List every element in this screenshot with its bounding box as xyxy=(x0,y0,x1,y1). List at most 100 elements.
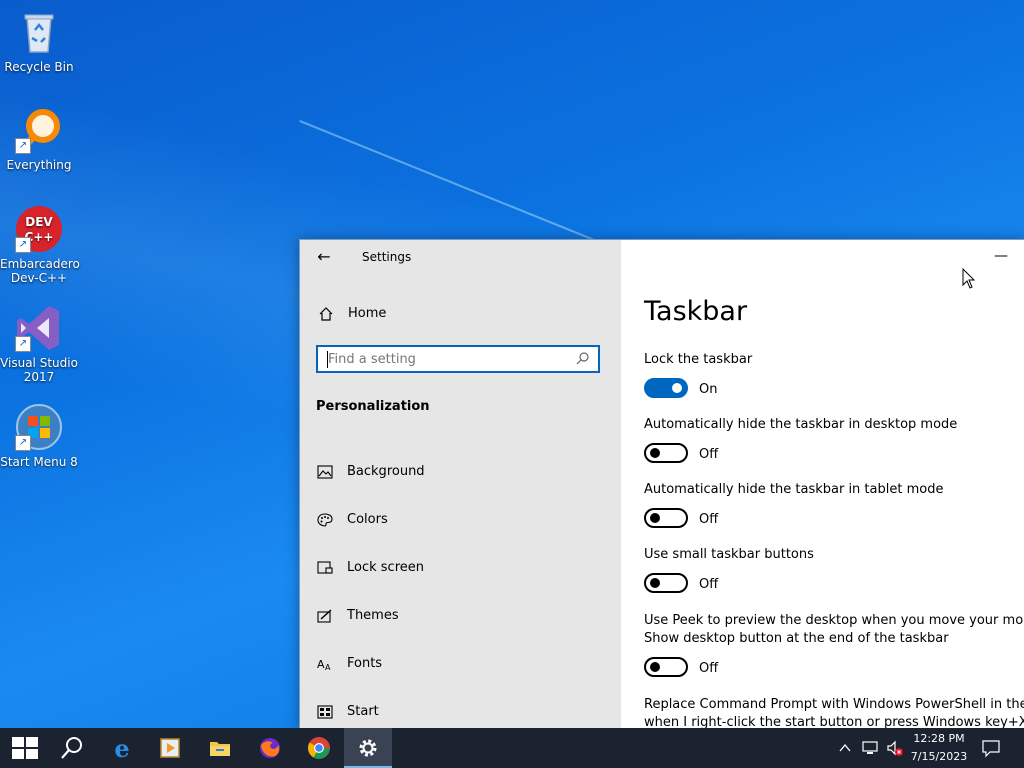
nav-item-label: Themes xyxy=(347,608,399,623)
window-title: Settings xyxy=(362,250,412,264)
setting-small-buttons-label: Use small taskbar buttons xyxy=(644,547,814,562)
settings-nav-pane: ← Settings Home Find a setting Personali… xyxy=(300,240,621,729)
toggle-small-buttons[interactable] xyxy=(644,573,688,593)
shortcut-arrow-icon: ↗ xyxy=(15,237,31,253)
chrome-icon xyxy=(308,737,330,759)
shortcut-arrow-icon: ↗ xyxy=(15,435,31,451)
start-menu-8-icon: ↗ xyxy=(15,403,63,451)
desktop-icon-recycle-bin[interactable]: Recycle Bin xyxy=(0,8,78,74)
desktop-icon-label: Embarcadero Dev-C++ xyxy=(0,257,80,285)
search-placeholder: Find a setting xyxy=(328,352,416,367)
themes-icon xyxy=(317,608,333,623)
setting-peek-label-line1: Use Peek to preview the desktop when you… xyxy=(644,613,1024,628)
toggle-peek[interactable] xyxy=(644,657,688,677)
mouse-cursor-icon xyxy=(962,267,976,294)
network-icon[interactable] xyxy=(862,740,878,760)
toggle-knob xyxy=(650,662,660,672)
nav-item-lock-screen[interactable]: Lock screen xyxy=(300,552,621,582)
setting-autohide-tablet-label: Automatically hide the taskbar in tablet… xyxy=(644,482,944,497)
volume-muted-icon[interactable] xyxy=(886,739,904,761)
toggle-state-label: Off xyxy=(699,447,719,462)
settings-content-pane: — Taskbar Lock the taskbar On Automatica… xyxy=(621,240,1024,729)
toggle-knob xyxy=(672,383,682,393)
start-button[interactable] xyxy=(0,728,48,768)
setting-lock-taskbar-label: Lock the taskbar xyxy=(644,352,753,367)
setting-powershell-label-line2: when I right-click the start button or p… xyxy=(644,715,1024,729)
settings-icon xyxy=(359,739,377,757)
back-arrow-icon[interactable]: ← xyxy=(314,247,334,267)
file-explorer-icon xyxy=(210,742,230,756)
desktop-icon-start-menu-8[interactable]: ↗ Start Menu 8 xyxy=(0,403,78,469)
taskbar: e 12:28 PM 7/15/2023 xyxy=(0,728,1024,768)
taskbar-file-explorer-button[interactable] xyxy=(196,728,244,768)
nav-item-background[interactable]: Background xyxy=(300,456,621,486)
clock-time[interactable]: 12:28 PM xyxy=(904,732,974,745)
toggle-autohide-desktop[interactable] xyxy=(644,443,688,463)
nav-item-fonts[interactable]: AA Fonts xyxy=(300,648,621,678)
nav-item-label: Fonts xyxy=(347,656,383,671)
desktop-icon-everything[interactable]: ↗ Everything xyxy=(0,106,78,172)
setting-peek-label-line2: Show desktop button at the end of the ta… xyxy=(644,631,949,646)
recycle-bin-icon xyxy=(15,8,63,56)
svg-text:e: e xyxy=(114,736,129,760)
taskbar-settings-button[interactable] xyxy=(344,728,392,768)
search-icon xyxy=(61,737,82,759)
media-player-icon xyxy=(160,738,180,758)
taskbar-media-player-button[interactable] xyxy=(146,728,194,768)
taskbar-firefox-button[interactable] xyxy=(246,728,294,768)
desktop-icon-label: Visual Studio 2017 xyxy=(0,356,78,384)
notification-center-icon[interactable] xyxy=(982,740,1000,762)
section-heading: Personalization xyxy=(316,399,430,414)
search-icon[interactable] xyxy=(576,351,590,369)
toggle-knob xyxy=(650,448,660,458)
svg-text:A: A xyxy=(325,663,331,671)
toggle-state-label: Off xyxy=(699,512,719,527)
toggle-state-label: Off xyxy=(699,661,719,676)
toggle-knob xyxy=(650,513,660,523)
shortcut-arrow-icon: ↗ xyxy=(15,138,31,154)
firefox-icon xyxy=(260,738,280,758)
desktop-icon-label: Recycle Bin xyxy=(4,60,74,74)
nav-item-colors[interactable]: Colors xyxy=(300,504,621,534)
lock-screen-icon xyxy=(317,560,333,574)
chevron-up-icon[interactable] xyxy=(838,740,852,759)
everything-magnifier-icon: ↗ xyxy=(15,106,63,154)
taskbar-search-button[interactable] xyxy=(48,728,96,768)
nav-home[interactable]: Home xyxy=(300,300,621,328)
desktop-icon-label: Start Menu 8 xyxy=(0,455,78,469)
toggle-state-label: On xyxy=(699,382,718,397)
windows-logo-icon xyxy=(12,737,38,759)
desktop-icon-devcpp[interactable]: DEV C++ ↗ Embarcadero Dev-C++ xyxy=(0,205,80,285)
svg-text:DEV: DEV xyxy=(25,215,53,229)
window-titlebar: ← Settings xyxy=(300,240,621,274)
picture-icon xyxy=(317,464,333,479)
nav-item-label: Lock screen xyxy=(347,560,424,575)
nav-item-label: Colors xyxy=(347,512,388,527)
taskbar-chrome-button[interactable] xyxy=(295,728,343,768)
minimize-button[interactable]: — xyxy=(981,246,1021,268)
toggle-autohide-tablet[interactable] xyxy=(644,508,688,528)
devcpp-icon: DEV C++ ↗ xyxy=(15,205,63,253)
shortcut-arrow-icon: ↗ xyxy=(15,336,31,352)
nav-item-label: Start xyxy=(347,704,379,719)
page-title: Taskbar xyxy=(644,296,748,327)
toggle-state-label: Off xyxy=(699,577,719,592)
search-input[interactable]: Find a setting xyxy=(316,345,600,373)
nav-item-start[interactable]: Start xyxy=(300,696,621,726)
clock-date[interactable]: 7/15/2023 xyxy=(904,750,974,763)
taskbar-edge-button[interactable]: e xyxy=(98,728,146,768)
nav-item-label: Background xyxy=(347,464,425,479)
desktop-icon-visual-studio[interactable]: ↗ Visual Studio 2017 xyxy=(0,304,78,384)
home-icon xyxy=(318,306,334,326)
nav-home-label: Home xyxy=(348,306,387,321)
start-icon xyxy=(317,704,333,719)
toggle-lock-taskbar[interactable] xyxy=(644,378,688,398)
palette-icon xyxy=(317,512,333,527)
toggle-knob xyxy=(650,578,660,588)
edge-icon: e xyxy=(114,736,129,760)
setting-powershell-label-line1: Replace Command Prompt with Windows Powe… xyxy=(644,697,1024,712)
setting-autohide-desktop-label: Automatically hide the taskbar in deskto… xyxy=(644,417,958,432)
nav-item-themes[interactable]: Themes xyxy=(300,600,621,630)
desktop-icon-label: Everything xyxy=(6,158,72,172)
settings-window: ← Settings Home Find a setting Personali… xyxy=(299,239,1024,729)
